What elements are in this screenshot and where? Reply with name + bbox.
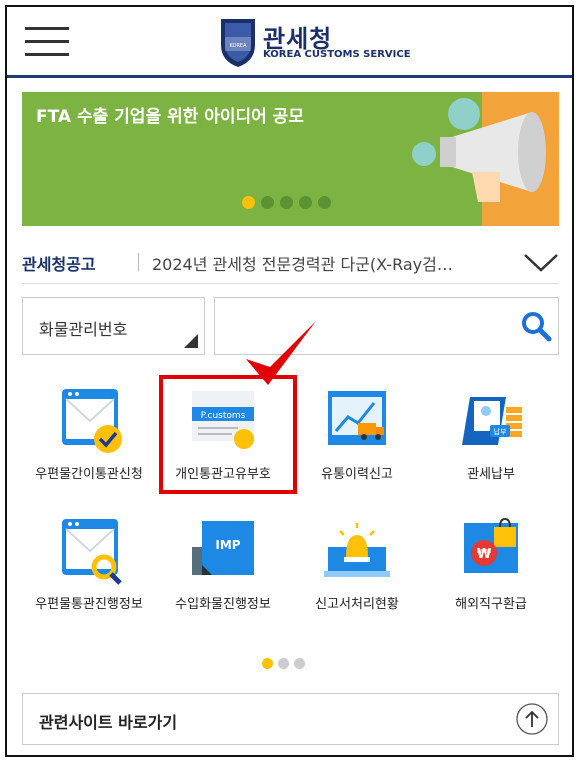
tax-badge-text: 납부 bbox=[494, 427, 507, 436]
page-dot[interactable] bbox=[294, 658, 305, 669]
menu-item-distribution-report[interactable]: 유통이력신고 bbox=[290, 387, 424, 484]
arrow-up-icon[interactable] bbox=[516, 703, 548, 735]
app-frame: KOREA 관세청 KOREA CUSTOMS SERVICE FTA 수출 기… bbox=[5, 5, 574, 757]
search-type-select[interactable]: 화물관리번호 bbox=[22, 297, 205, 355]
search-input[interactable] bbox=[223, 312, 507, 342]
header: KOREA 관세청 KOREA CUSTOMS SERVICE bbox=[7, 7, 572, 78]
search-icon[interactable] bbox=[520, 310, 552, 342]
alarm-laptop-icon bbox=[324, 523, 390, 577]
truck-chart-icon bbox=[328, 391, 386, 445]
imp-document-icon: IMP bbox=[192, 521, 254, 575]
p-customs-card-icon: P.customs bbox=[192, 391, 254, 449]
menu-item-label: 신고서처리현황 bbox=[315, 597, 399, 612]
menu-item-label: 유통이력신고 bbox=[321, 467, 393, 482]
page-dot[interactable] bbox=[278, 658, 289, 669]
notice-text[interactable]: 2024년 관세청 전문경력관 다군(X-Ray검… bbox=[152, 251, 512, 275]
notice-bar[interactable]: 관세청공고 2024년 관세청 전문경력관 다군(X-Ray검… bbox=[22, 239, 559, 284]
svg-text:KOREA: KOREA bbox=[230, 43, 248, 49]
banner-pagination[interactable] bbox=[242, 194, 337, 213]
mail-search-icon bbox=[62, 519, 122, 585]
dropdown-triangle-icon bbox=[184, 334, 198, 348]
banner-title: FTA 수출 기업을 위한 아이디어 공모 bbox=[36, 107, 304, 127]
banner-dot[interactable] bbox=[261, 196, 274, 209]
menu-item-overseas-refund[interactable]: ₩ 해외직구환급 bbox=[424, 517, 558, 614]
banner-dot[interactable] bbox=[299, 196, 312, 209]
menu-item-declaration-status[interactable]: 신고서처리현황 bbox=[290, 517, 424, 614]
menu-pagination[interactable] bbox=[262, 654, 310, 673]
divider bbox=[138, 253, 139, 271]
mail-check-icon bbox=[62, 389, 122, 453]
search-type-value: 화물관리번호 bbox=[39, 320, 128, 339]
menu-icon[interactable] bbox=[25, 27, 69, 57]
banner-dot[interactable] bbox=[280, 196, 293, 209]
imp-badge-text: IMP bbox=[215, 538, 240, 552]
app-subtitle: KOREA CUSTOMS SERVICE bbox=[263, 49, 411, 60]
shopping-bag-refund-icon: ₩ bbox=[464, 517, 518, 573]
menu-item-label: 해외직구환급 bbox=[455, 597, 527, 612]
tax-payment-icon: 납부 bbox=[462, 397, 522, 445]
menu-item-label: 우편물통관진행정보 bbox=[35, 597, 143, 612]
page-dot-active[interactable] bbox=[262, 658, 273, 669]
related-sites-label: 관련사이트 바로가기 bbox=[39, 713, 178, 732]
search-bar: 화물관리번호 bbox=[22, 297, 559, 355]
search-field[interactable] bbox=[214, 297, 559, 355]
menu-item-label: 개인통관고유부호 bbox=[175, 467, 271, 482]
related-sites-button[interactable]: 관련사이트 바로가기 bbox=[22, 693, 559, 745]
menu-item-label: 수입화물진행정보 bbox=[175, 597, 271, 612]
customs-emblem-icon[interactable]: KOREA bbox=[217, 15, 259, 69]
menu-item-mail-clearance-status[interactable]: 우편물통관진행정보 bbox=[22, 517, 156, 614]
banner-dot-active[interactable] bbox=[242, 196, 255, 209]
notice-label: 관세청공고 bbox=[22, 255, 96, 274]
megaphone-icon bbox=[412, 92, 559, 226]
banner-dot[interactable] bbox=[318, 196, 331, 209]
card-badge-text: P.customs bbox=[201, 411, 246, 421]
chevron-down-icon[interactable] bbox=[523, 253, 559, 273]
menu-item-mail-simple-clearance[interactable]: 우편물간이통관신청 bbox=[22, 387, 156, 484]
menu-item-tax-payment[interactable]: 납부 관세납부 bbox=[424, 387, 558, 484]
menu-item-import-cargo-status[interactable]: IMP 수입화물진행정보 bbox=[156, 517, 290, 614]
menu-item-personal-customs-code[interactable]: P.customs 개인통관고유부호 bbox=[156, 387, 290, 484]
menu-item-label: 우편물간이통관신청 bbox=[35, 467, 143, 482]
menu-item-label: 관세납부 bbox=[467, 467, 515, 482]
svg-text:₩: ₩ bbox=[477, 547, 492, 562]
promo-banner[interactable]: FTA 수출 기업을 위한 아이디어 공모 bbox=[22, 92, 559, 226]
